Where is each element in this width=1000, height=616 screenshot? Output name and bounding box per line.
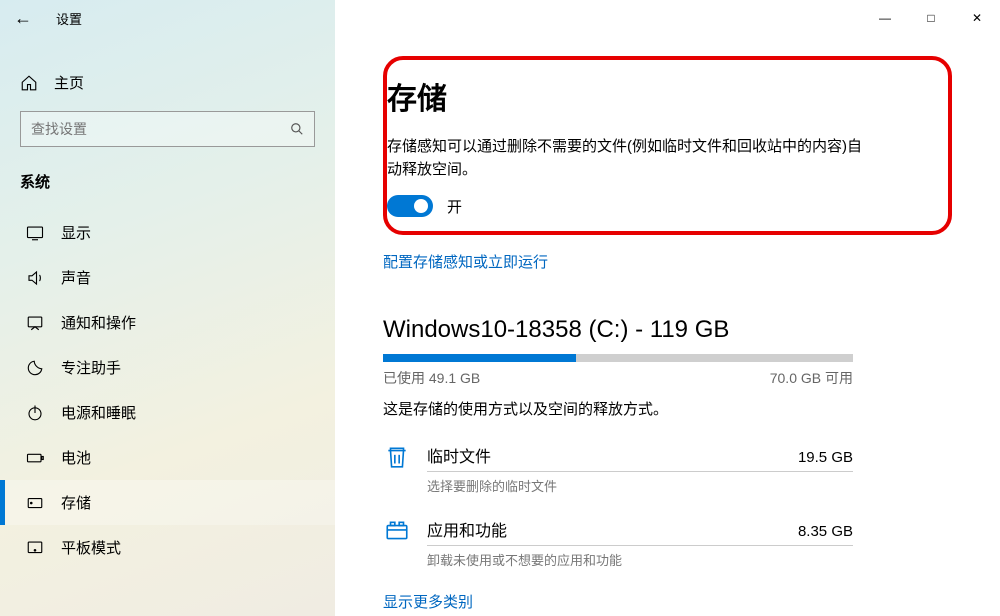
drive-usage-bar bbox=[383, 354, 853, 362]
notifications-icon bbox=[25, 313, 45, 333]
sidebar-item-tablet[interactable]: 平板模式 bbox=[0, 525, 335, 570]
sidebar-item-label: 平板模式 bbox=[61, 537, 121, 558]
configure-storage-sense-link[interactable]: 配置存储感知或立即运行 bbox=[383, 251, 548, 272]
show-more-categories-link[interactable]: 显示更多类别 bbox=[383, 591, 473, 612]
category-apps[interactable]: 应用和功能 8.35 GB 卸载未使用或不想要的应用和功能 bbox=[383, 517, 853, 569]
sidebar-item-notifications[interactable]: 通知和操作 bbox=[0, 300, 335, 345]
category-size: 8.35 GB bbox=[798, 523, 853, 540]
maximize-button[interactable]: □ bbox=[908, 0, 954, 36]
storage-sense-highlight: 存储 存储感知可以通过删除不需要的文件(例如临时文件和回收站中的内容)自动释放空… bbox=[383, 56, 952, 235]
drive-usage-fill bbox=[383, 354, 576, 362]
sidebar-item-display[interactable]: 显示 bbox=[0, 210, 335, 255]
toggle-state-label: 开 bbox=[447, 196, 462, 217]
usage-description: 这是存储的使用方式以及空间的释放方式。 bbox=[383, 398, 952, 419]
search-icon bbox=[290, 122, 304, 136]
sidebar-item-sound[interactable]: 声音 bbox=[0, 255, 335, 300]
sidebar-item-label: 专注助手 bbox=[61, 357, 121, 378]
drive-title: Windows10-18358 (C:) - 119 GB bbox=[383, 316, 952, 344]
sidebar: ← 设置 主页 系统 显示 声音 bbox=[0, 0, 335, 616]
storage-icon bbox=[25, 493, 45, 513]
category-header: 应用和功能 8.35 GB bbox=[427, 517, 853, 546]
category-subtext: 选择要删除的临时文件 bbox=[427, 476, 853, 495]
trash-icon bbox=[383, 443, 411, 471]
power-icon bbox=[25, 403, 45, 423]
page-title: 存储 bbox=[387, 74, 928, 118]
main-pane: — □ ✕ 存储 存储感知可以通过删除不需要的文件(例如临时文件和回收站中的内容… bbox=[335, 0, 1000, 616]
back-button[interactable]: ← bbox=[14, 8, 32, 29]
sidebar-item-label: 存储 bbox=[61, 492, 91, 513]
sidebar-item-battery[interactable]: 电池 bbox=[0, 435, 335, 480]
minimize-button[interactable]: — bbox=[862, 0, 908, 36]
category-size: 19.5 GB bbox=[798, 449, 853, 466]
battery-icon bbox=[25, 448, 45, 468]
search-box[interactable] bbox=[20, 111, 315, 147]
search-input[interactable] bbox=[31, 121, 263, 137]
category-name: 临时文件 bbox=[427, 443, 491, 467]
storage-sense-description: 存储感知可以通过删除不需要的文件(例如临时文件和回收站中的内容)自动释放空间。 bbox=[387, 136, 867, 181]
sidebar-item-label: 显示 bbox=[61, 222, 91, 243]
focus-icon bbox=[25, 358, 45, 378]
category-body: 临时文件 19.5 GB 选择要删除的临时文件 bbox=[427, 443, 853, 495]
sidebar-item-power[interactable]: 电源和睡眠 bbox=[0, 390, 335, 435]
display-icon bbox=[25, 223, 45, 243]
tablet-icon bbox=[25, 538, 45, 558]
drive-section: Windows10-18358 (C:) - 119 GB 已使用 49.1 G… bbox=[383, 316, 952, 612]
apps-icon bbox=[383, 517, 411, 545]
nav-list: 显示 声音 通知和操作 专注助手 电源和睡眠 电池 bbox=[0, 210, 335, 570]
home-icon bbox=[20, 74, 38, 92]
category-name: 应用和功能 bbox=[427, 517, 507, 541]
settings-window: ← 设置 主页 系统 显示 声音 bbox=[0, 0, 1000, 616]
category-temp-files[interactable]: 临时文件 19.5 GB 选择要删除的临时文件 bbox=[383, 443, 853, 495]
window-title: 设置 bbox=[56, 9, 82, 28]
category-body: 应用和功能 8.35 GB 卸载未使用或不想要的应用和功能 bbox=[427, 517, 853, 569]
used-label: 已使用 49.1 GB bbox=[383, 368, 480, 388]
close-button[interactable]: ✕ bbox=[954, 0, 1000, 36]
storage-sense-toggle[interactable] bbox=[387, 195, 433, 217]
storage-sense-toggle-row: 开 bbox=[387, 195, 928, 217]
section-header: 系统 bbox=[0, 171, 335, 200]
sidebar-item-label: 声音 bbox=[61, 267, 91, 288]
sidebar-item-label: 通知和操作 bbox=[61, 312, 136, 333]
titlebar-left: ← 设置 bbox=[0, 0, 335, 36]
sidebar-item-label: 电源和睡眠 bbox=[61, 402, 136, 423]
home-label: 主页 bbox=[54, 72, 84, 93]
sound-icon bbox=[25, 268, 45, 288]
content: 存储 存储感知可以通过删除不需要的文件(例如临时文件和回收站中的内容)自动释放空… bbox=[335, 0, 1000, 616]
drive-usage-labels: 已使用 49.1 GB 70.0 GB 可用 bbox=[383, 368, 853, 388]
sidebar-item-focus[interactable]: 专注助手 bbox=[0, 345, 335, 390]
sidebar-item-label: 电池 bbox=[61, 447, 91, 468]
sidebar-item-storage[interactable]: 存储 bbox=[0, 480, 335, 525]
category-header: 临时文件 19.5 GB bbox=[427, 443, 853, 472]
window-controls: — □ ✕ bbox=[862, 0, 1000, 36]
home-nav[interactable]: 主页 bbox=[0, 60, 335, 111]
toggle-knob bbox=[414, 199, 428, 213]
free-label: 70.0 GB 可用 bbox=[770, 368, 853, 388]
category-subtext: 卸载未使用或不想要的应用和功能 bbox=[427, 550, 853, 569]
